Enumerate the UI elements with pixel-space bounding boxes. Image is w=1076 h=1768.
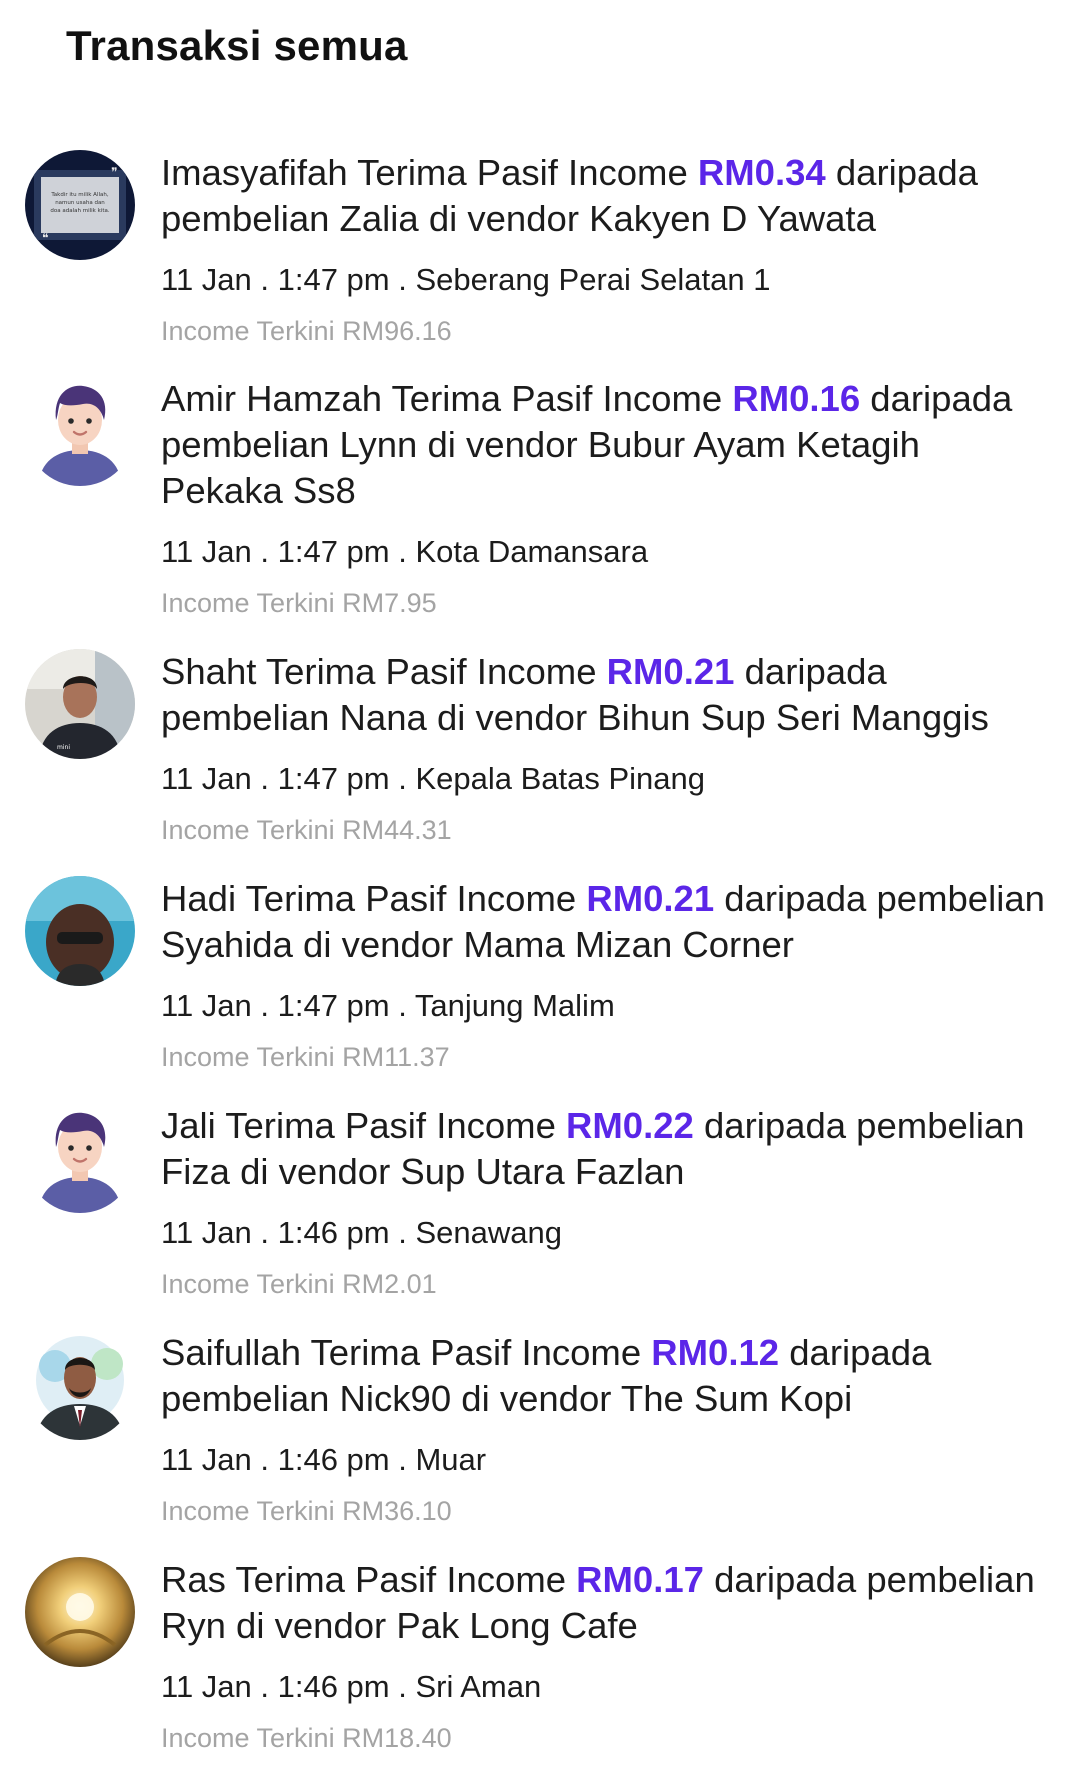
avatar-photo bbox=[25, 1330, 135, 1440]
avatar[interactable]: mini bbox=[25, 649, 135, 759]
latest-income: Income Terkini RM7.95 bbox=[161, 588, 437, 618]
avatar-photo bbox=[25, 876, 135, 986]
income-amount: RM0.21 bbox=[606, 651, 735, 692]
transaction-message: Ras Terima Pasif Income RM0.17 daripada … bbox=[161, 1557, 1051, 1649]
message-text: Saifullah Terima Pasif Income bbox=[161, 1332, 652, 1373]
latest-income: Income Terkini RM36.10 bbox=[161, 1496, 452, 1526]
svg-text:Takdir itu milik Allah,: Takdir itu milik Allah, bbox=[50, 192, 109, 198]
transaction-message: Jali Terima Pasif Income RM0.22 daripada… bbox=[161, 1103, 1051, 1195]
message-text: Amir Hamzah Terima Pasif Income bbox=[161, 378, 733, 419]
svg-text:doa adalah milik kita.: doa adalah milik kita. bbox=[50, 208, 109, 214]
transaction-meta: 11 Jan . 1:46 pm . Sri Aman bbox=[161, 1669, 542, 1704]
avatar[interactable]: Takdir itu milik Allah, namun usaha dan … bbox=[25, 150, 135, 260]
income-amount: RM0.17 bbox=[576, 1559, 704, 1600]
avatar[interactable] bbox=[25, 876, 135, 986]
message-text: Hadi Terima Pasif Income bbox=[161, 878, 587, 919]
svg-text:mini: mini bbox=[57, 744, 70, 751]
income-amount: RM0.16 bbox=[732, 378, 861, 419]
transaction-message: Saifullah Terima Pasif Income RM0.12 dar… bbox=[161, 1330, 1051, 1422]
income-amount: RM0.12 bbox=[651, 1332, 780, 1373]
avatar-quote-image: Takdir itu milik Allah, namun usaha dan … bbox=[25, 150, 135, 260]
latest-income: Income Terkini RM44.31 bbox=[161, 815, 452, 845]
transaction-meta: 11 Jan . 1:47 pm . Tanjung Malim bbox=[161, 988, 615, 1023]
avatar-photo: mini bbox=[25, 649, 135, 759]
avatar[interactable] bbox=[25, 1557, 135, 1667]
income-amount: RM0.34 bbox=[697, 152, 826, 193]
message-text: Shaht Terima Pasif Income bbox=[161, 651, 607, 692]
message-text: Imasyafifah Terima Pasif Income bbox=[161, 152, 698, 193]
avatar[interactable] bbox=[25, 1103, 135, 1213]
default-avatar-icon bbox=[25, 376, 135, 486]
avatar-photo bbox=[25, 1557, 135, 1667]
income-amount: RM0.21 bbox=[586, 878, 715, 919]
message-text: Jali Terima Pasif Income bbox=[161, 1105, 567, 1146]
transaction-message: Imasyafifah Terima Pasif Income RM0.34 d… bbox=[161, 150, 1051, 242]
avatar[interactable] bbox=[25, 376, 135, 486]
income-amount: RM0.22 bbox=[566, 1105, 694, 1146]
transaction-meta: 11 Jan . 1:47 pm . Seberang Perai Selata… bbox=[161, 262, 771, 297]
latest-income: Income Terkini RM18.40 bbox=[161, 1723, 452, 1753]
transaction-message: Hadi Terima Pasif Income RM0.21 daripada… bbox=[161, 876, 1051, 968]
avatar[interactable] bbox=[25, 1330, 135, 1440]
svg-text:❞: ❞ bbox=[111, 165, 117, 179]
transaction-meta: 11 Jan . 1:46 pm . Senawang bbox=[161, 1215, 562, 1250]
svg-text:❝: ❝ bbox=[42, 231, 48, 245]
transaction-list: Takdir itu milik Allah, namun usaha dan … bbox=[0, 0, 1076, 1768]
default-avatar-icon bbox=[25, 1103, 135, 1213]
transaction-message: Shaht Terima Pasif Income RM0.21 daripad… bbox=[161, 649, 1051, 741]
message-text: Ras Terima Pasif Income bbox=[161, 1559, 577, 1600]
latest-income: Income Terkini RM2.01 bbox=[161, 1269, 437, 1299]
svg-text:namun usaha dan: namun usaha dan bbox=[55, 200, 105, 206]
latest-income: Income Terkini RM96.16 bbox=[161, 316, 452, 346]
transaction-meta: 11 Jan . 1:47 pm . Kepala Batas Pinang bbox=[161, 761, 706, 796]
latest-income: Income Terkini RM11.37 bbox=[161, 1042, 450, 1072]
transaction-meta: 11 Jan . 1:47 pm . Kota Damansara bbox=[161, 534, 649, 569]
transaction-meta: 11 Jan . 1:46 pm . Muar bbox=[161, 1442, 487, 1477]
transaction-message: Amir Hamzah Terima Pasif Income RM0.16 d… bbox=[161, 376, 1051, 514]
